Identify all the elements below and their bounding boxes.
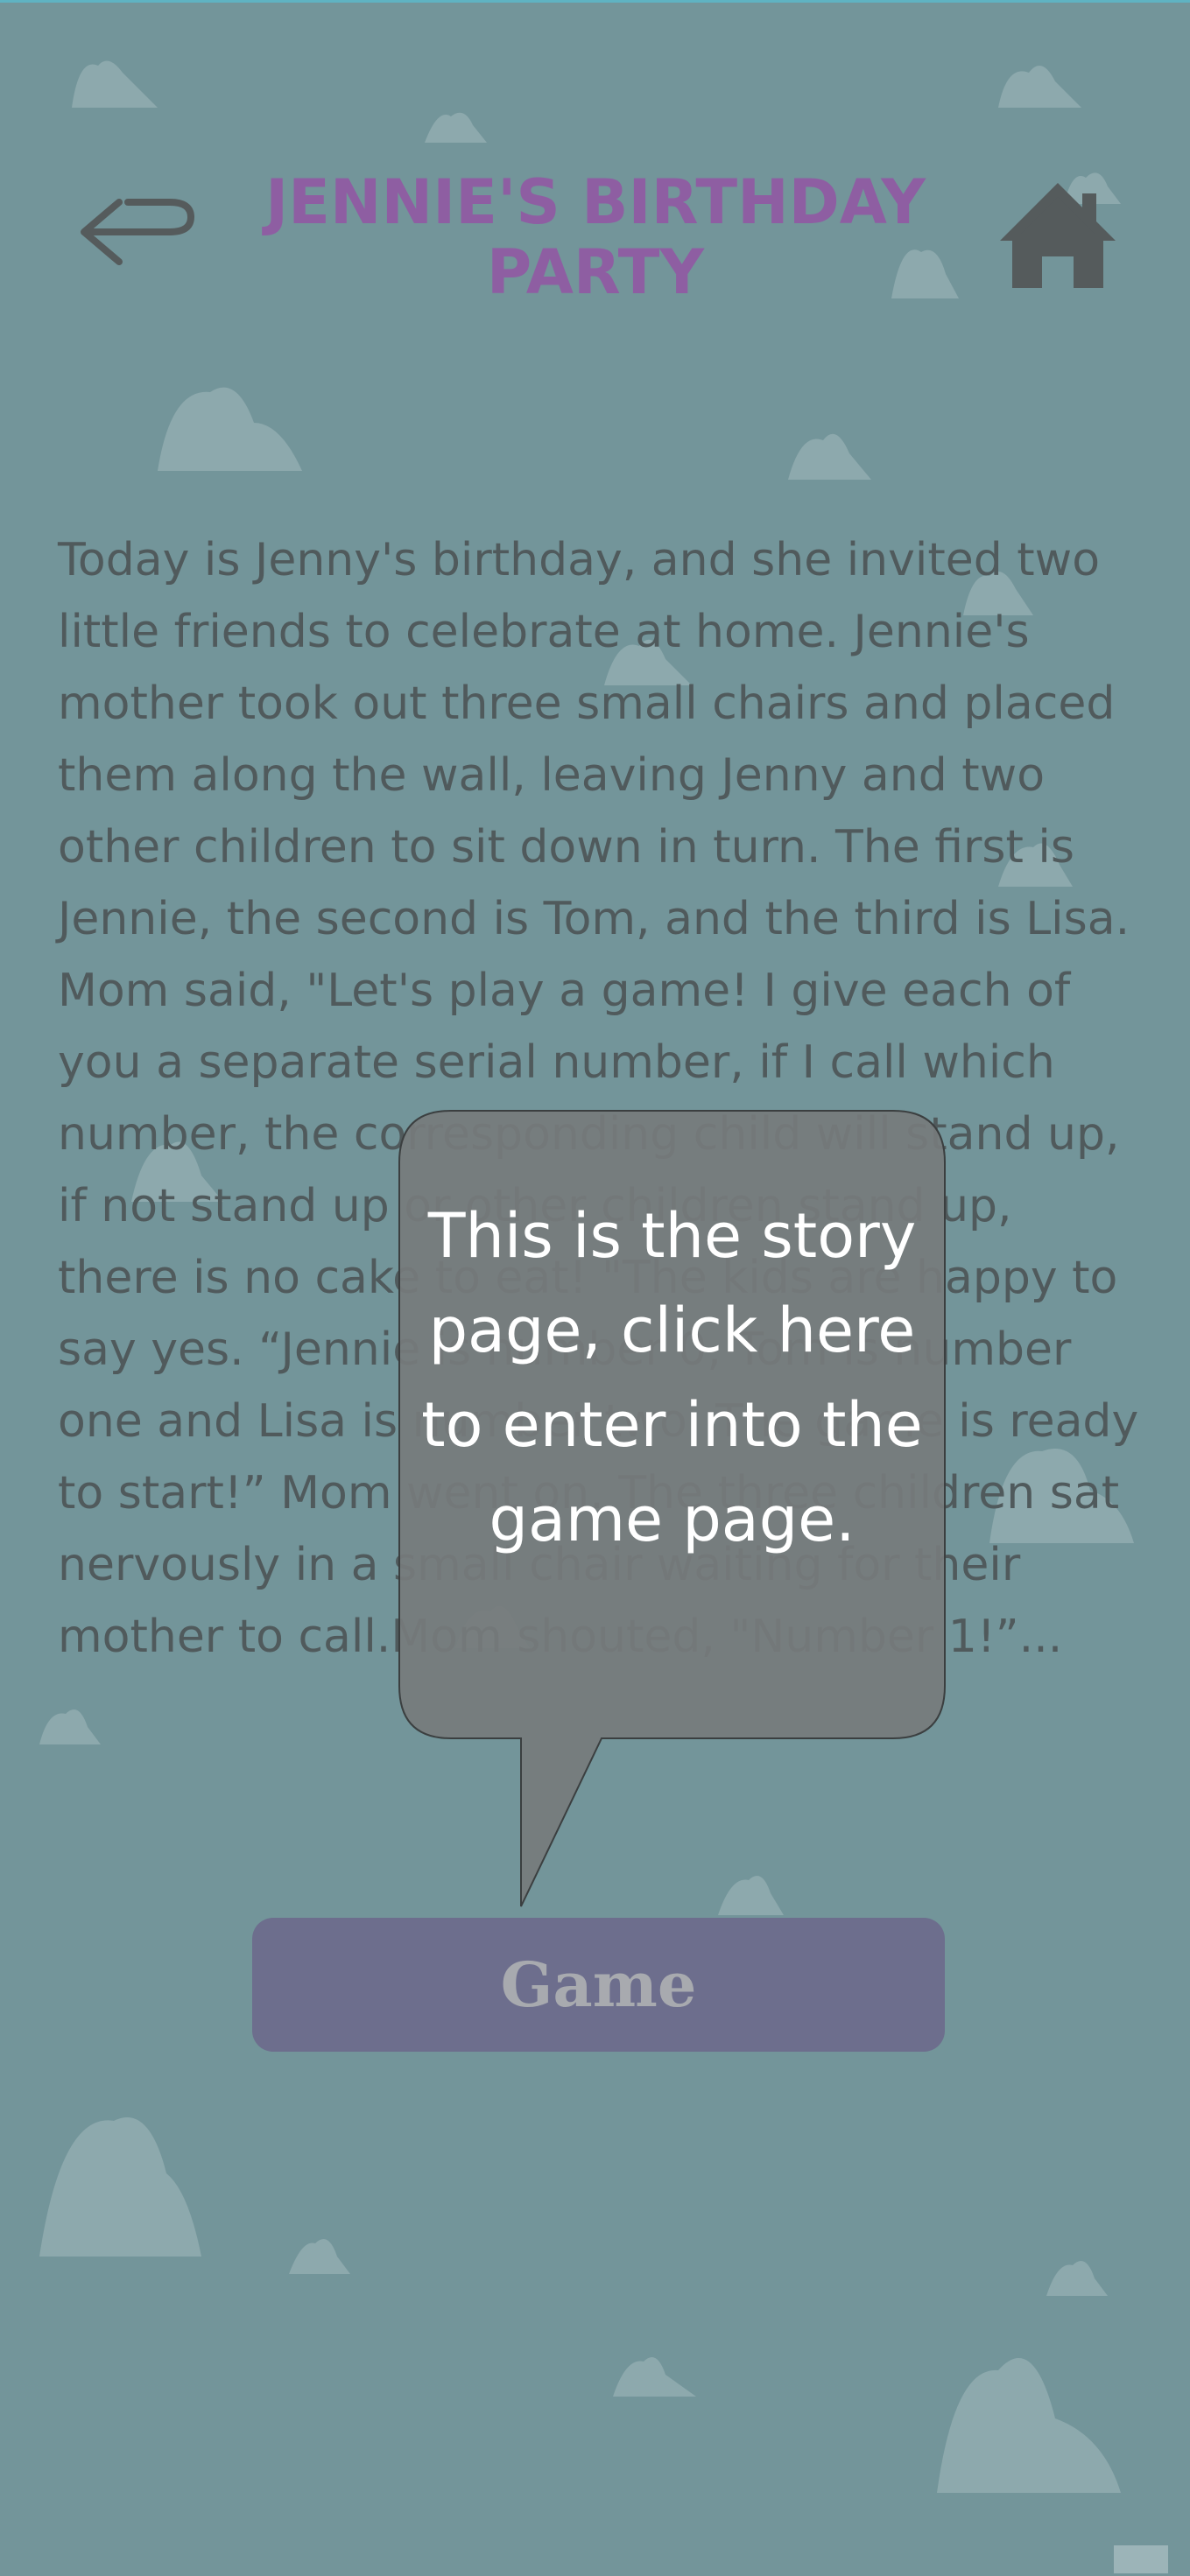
hill-decoration (39, 2117, 201, 2257)
hill-decoration (937, 2358, 1121, 2493)
hill-decoration (158, 387, 302, 471)
hill-decoration (613, 2357, 696, 2397)
back-button[interactable] (77, 186, 200, 283)
hill-decoration (998, 66, 1081, 108)
hill-decoration (788, 433, 871, 480)
home-icon (1000, 183, 1116, 288)
hill-decoration (72, 60, 158, 108)
back-arrow-icon (81, 199, 194, 265)
page-title: JENNIE'S BIRTHDAY PARTY (265, 166, 926, 308)
hill-decoration (425, 112, 487, 143)
game-button[interactable]: Game (252, 1918, 945, 2052)
corner-watermark (1114, 2545, 1168, 2573)
home-button[interactable] (996, 178, 1119, 291)
hill-decoration (1046, 2261, 1108, 2296)
tooltip-text: This is the story page, click here to en… (421, 1200, 923, 1555)
tutorial-tooltip: This is the story page, click here to en… (398, 1110, 946, 1915)
story-screen: JENNIE'S BIRTHDAY PARTY Today is Jenny's… (0, 0, 1190, 2576)
hill-decoration (39, 1709, 101, 1744)
hill-decoration (289, 2239, 350, 2274)
